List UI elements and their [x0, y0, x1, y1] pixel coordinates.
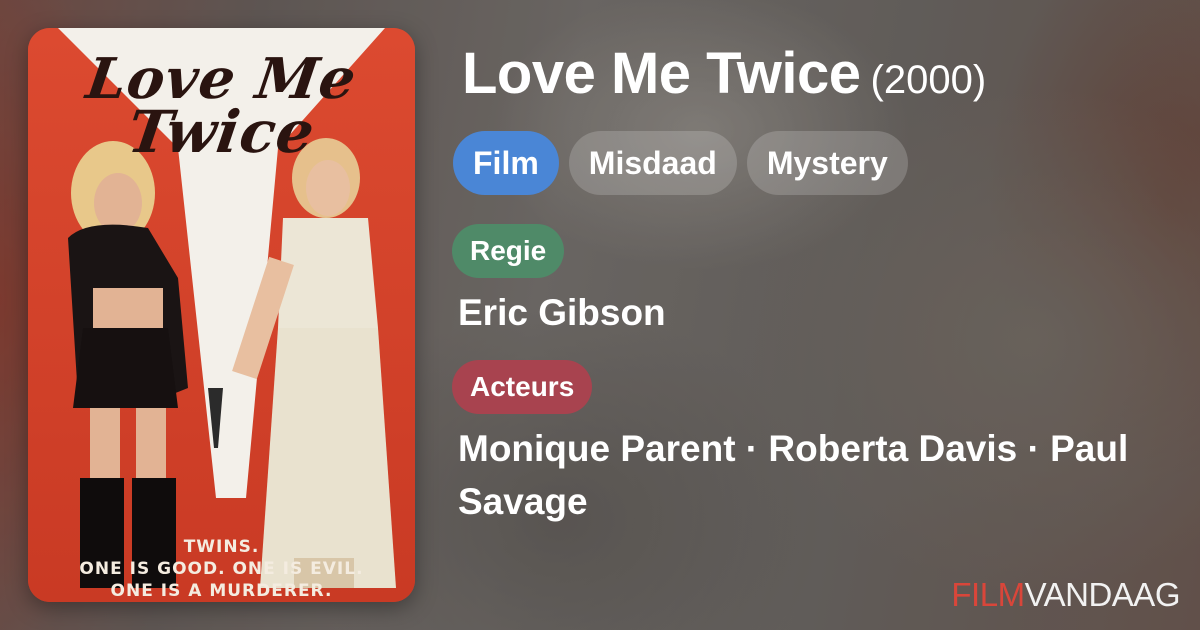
genre-list: Film Misdaad Mystery	[453, 131, 908, 195]
poster-tagline-line1: TWINS.	[183, 537, 260, 557]
movie-poster: Love Me Twice TWINS. ONE IS GOOD. ONE IS…	[28, 28, 415, 602]
genre-tag-mystery[interactable]: Mystery	[746, 131, 908, 195]
brand-part-film: FILM	[951, 576, 1025, 613]
movie-year: (2000)	[870, 58, 987, 102]
genre-tag-film[interactable]: Film	[453, 131, 559, 195]
movie-heading: Love Me Twice (2000)	[462, 40, 986, 107]
poster-tagline-line2: ONE IS GOOD. ONE IS EVIL.	[79, 559, 364, 579]
movie-title: Love Me Twice	[462, 41, 861, 106]
poster-tagline-line3: ONE IS A MURDERER.	[110, 581, 333, 601]
poster-title-line2: Twice	[123, 98, 320, 166]
cast-label: Acteurs	[452, 360, 593, 414]
brand-part-vandaag: VANDAAG	[1024, 576, 1181, 613]
brand-logo: FILMVANDAAG	[951, 576, 1180, 614]
cast-names[interactable]: Monique Parent · Roberta Davis · Paul Sa…	[458, 422, 1178, 528]
director-label: Regie	[452, 224, 565, 278]
genre-tag-misdaad[interactable]: Misdaad	[568, 131, 737, 195]
director-name[interactable]: Eric Gibson	[458, 286, 1178, 339]
